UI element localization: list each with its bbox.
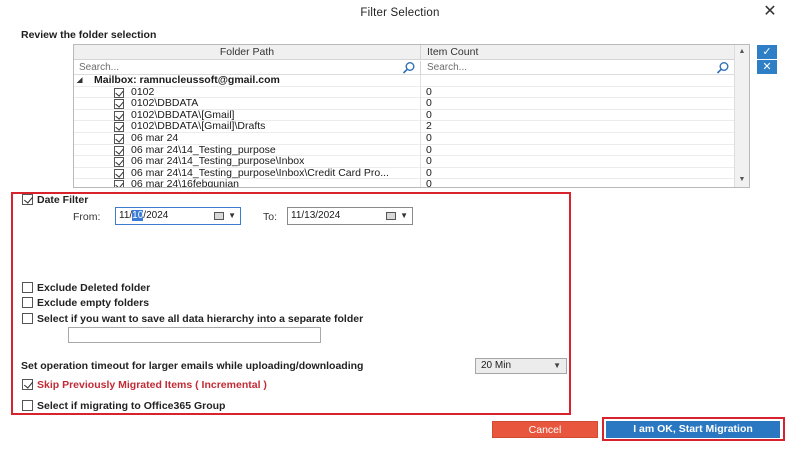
exclude-empty-label: Exclude empty folders <box>37 297 150 309</box>
folder-grid: Folder Path Item Count ◢ Mailbox: ramnuc… <box>73 44 750 188</box>
row-checkbox[interactable] <box>114 168 124 179</box>
row-checkbox[interactable] <box>114 110 124 121</box>
date-filter-checkbox[interactable] <box>22 194 33 205</box>
item-count: 0 <box>426 155 432 168</box>
table-row[interactable]: 06 mar 24 0 <box>74 131 734 145</box>
folder-path: 06 mar 24 <box>131 132 179 144</box>
office365-group-checkbox[interactable] <box>22 400 33 411</box>
folder-path: 06 mar 24\14_Testing_purpose\Inbox <box>131 156 305 168</box>
folder-search-input[interactable] <box>74 61 374 74</box>
skip-migrated-checkbox[interactable] <box>22 379 33 390</box>
table-row[interactable]: 0102\DBDATA\[Gmail] 0 <box>74 109 734 122</box>
timeout-value: 20 Min <box>481 360 512 371</box>
grid-header: Folder Path Item Count <box>74 45 734 60</box>
to-label: To: <box>263 211 278 223</box>
grid-search-row <box>74 61 734 75</box>
item-count: 0 <box>426 178 432 188</box>
mailbox-label: Mailbox: ramnucleussoft@gmail.com <box>94 75 280 86</box>
separate-folder-label: Select if you want to save all data hier… <box>37 313 364 325</box>
close-icon[interactable]: ✕ <box>760 2 780 22</box>
from-date-day: 10 <box>132 210 144 221</box>
scroll-down-icon[interactable]: ▼ <box>735 173 749 187</box>
separate-folder-checkbox[interactable] <box>22 313 33 324</box>
review-heading: Review the folder selection <box>21 29 157 41</box>
from-date-month: 11/ <box>119 210 133 221</box>
tree-root-row[interactable]: ◢ Mailbox: ramnucleussoft@gmail.com <box>74 75 734 87</box>
row-checkbox[interactable] <box>114 133 124 144</box>
deselect-all-button[interactable]: ✕ <box>757 60 777 74</box>
cancel-button[interactable]: Cancel <box>492 421 598 438</box>
row-checkbox[interactable] <box>114 122 124 133</box>
timeout-select[interactable]: 20 Min ▼ <box>475 358 567 374</box>
row-checkbox[interactable] <box>114 87 124 98</box>
start-migration-button[interactable]: I am OK, Start Migration <box>606 421 780 438</box>
chevron-down-icon[interactable]: ▼ <box>400 208 408 224</box>
from-date-year: /2024 <box>143 210 169 221</box>
search-icon[interactable] <box>402 61 416 75</box>
calendar-icon[interactable] <box>386 212 396 220</box>
table-row[interactable]: 06 mar 24\14_Testing_purpose\Inbox\Credi… <box>74 167 734 180</box>
to-date-picker[interactable]: 11/13/2024 ▼ <box>287 207 413 225</box>
folder-path: 06 mar 24\16febgunjan <box>131 179 239 188</box>
exclude-deleted-checkbox[interactable] <box>22 282 33 293</box>
folder-path: 0102\DBDATA\[Gmail]\Drafts <box>131 121 266 133</box>
col-item-count[interactable]: Item Count <box>422 45 734 60</box>
table-row[interactable]: 06 mar 24\14_Testing_purpose 0 <box>74 144 734 157</box>
date-filter-label: Date Filter <box>37 194 89 206</box>
folder-path: 0102\DBDATA\[Gmail] <box>131 109 235 121</box>
chevron-down-icon[interactable]: ▼ <box>553 359 561 373</box>
row-checkbox[interactable] <box>114 99 124 110</box>
search-icon[interactable] <box>716 61 730 75</box>
exclude-empty-checkbox[interactable] <box>22 297 33 308</box>
folder-path: 0102 <box>131 86 155 98</box>
folder-path: 06 mar 24\14_Testing_purpose <box>131 144 276 156</box>
row-checkbox[interactable] <box>114 157 124 168</box>
col-folder-path[interactable]: Folder Path <box>74 45 421 60</box>
item-count: 0 <box>426 131 432 144</box>
folder-path: 0102\DBDATA <box>131 98 199 110</box>
table-row[interactable]: 0102 0 <box>74 86 734 99</box>
calendar-icon[interactable] <box>214 212 224 220</box>
collapse-triangle-icon[interactable]: ◢ <box>77 75 82 87</box>
grid-rows: ◢ Mailbox: ramnucleussoft@gmail.com 0102… <box>74 75 734 188</box>
skip-migrated-label: Skip Previously Migrated Items ( Increme… <box>37 379 267 391</box>
row-checkbox[interactable] <box>114 180 124 187</box>
from-label: From: <box>73 211 101 223</box>
exclude-deleted-label: Exclude Deleted folder <box>37 282 151 294</box>
row-checkbox[interactable] <box>114 145 124 156</box>
from-date-picker[interactable]: 11/10/2024 ▼ <box>115 207 241 225</box>
table-row[interactable]: 06 mar 24\14_Testing_purpose\Inbox 0 <box>74 156 734 168</box>
chevron-down-icon[interactable]: ▼ <box>228 208 236 224</box>
to-date-value: 11/13/2024 <box>291 210 341 221</box>
timeout-label: Set operation timeout for larger emails … <box>21 360 364 372</box>
table-row[interactable]: 0102\DBDATA 0 <box>74 98 734 110</box>
window-title: Filter Selection <box>360 7 440 19</box>
select-all-button[interactable]: ✓ <box>757 45 777 59</box>
grid-scrollbar[interactable]: ▲ ▼ <box>734 45 749 187</box>
scroll-up-icon[interactable]: ▲ <box>735 45 749 59</box>
separate-folder-input[interactable] <box>68 327 321 343</box>
office365-group-label: Select if migrating to Office365 Group <box>37 400 226 412</box>
table-row[interactable]: 0102\DBDATA\[Gmail]\Drafts 2 <box>74 121 734 133</box>
title-bar: Filter Selection ✕ <box>0 0 800 26</box>
count-search-input[interactable] <box>422 61 722 74</box>
table-row[interactable]: 06 mar 24\16febgunjan 0 <box>74 178 734 188</box>
folder-path: 06 mar 24\14_Testing_purpose\Inbox\Credi… <box>131 167 389 179</box>
